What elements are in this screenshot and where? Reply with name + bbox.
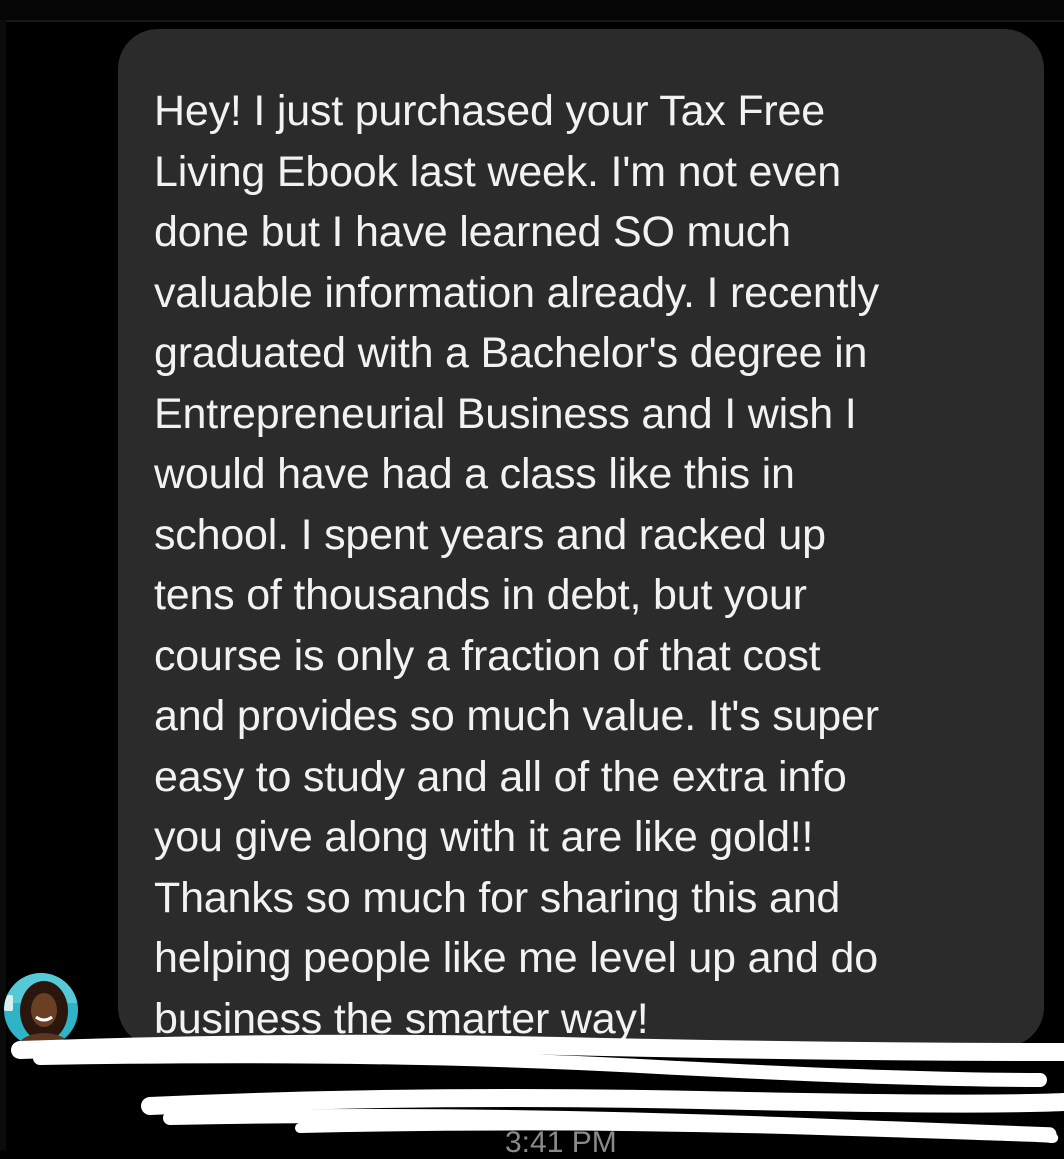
sender-avatar[interactable]	[4, 973, 78, 1047]
message-text: Hey! I just purchased your Tax Free Livi…	[154, 87, 879, 1043]
top-divider	[0, 0, 1064, 22]
avatar-photo-icon	[4, 973, 78, 1047]
message-bubble[interactable]: Hey! I just purchased your Tax Free Livi…	[118, 29, 1044, 1047]
screen-edge	[0, 20, 6, 1150]
message-timestamp: 3:41 PM	[505, 1126, 617, 1159]
